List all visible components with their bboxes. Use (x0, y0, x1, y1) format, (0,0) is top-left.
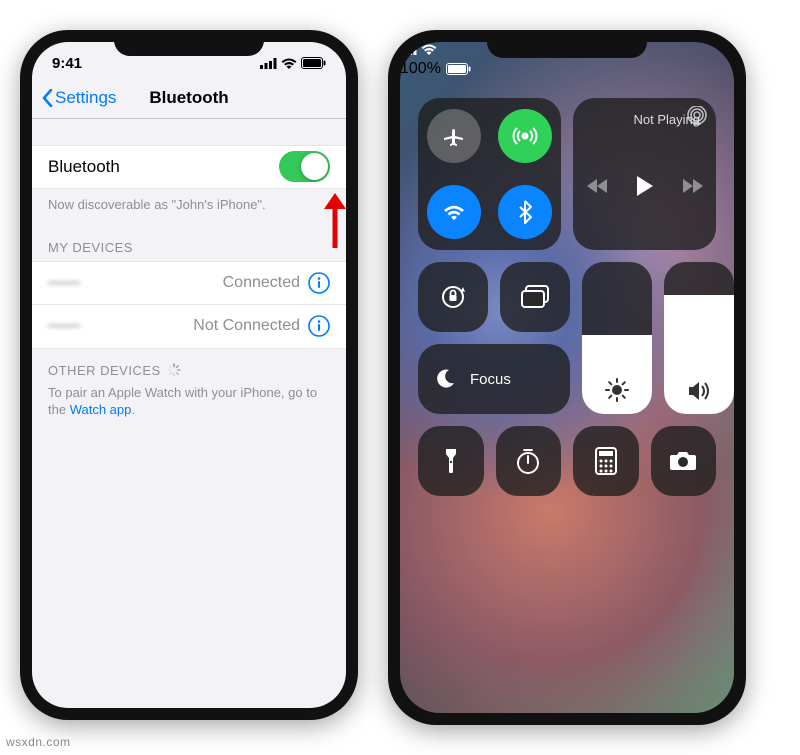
focus-button[interactable]: Focus (418, 344, 570, 414)
brightness-slider[interactable] (582, 262, 652, 414)
nav-bar: Settings Bluetooth (32, 78, 346, 118)
volume-slider[interactable] (664, 262, 734, 414)
pair-watch-text: To pair an Apple Watch with your iPhone,… (32, 384, 346, 419)
phone-control-center: 100% (388, 30, 746, 725)
notch (487, 30, 647, 58)
wifi-icon (281, 58, 297, 69)
volume-icon (687, 380, 711, 402)
status-icons (260, 57, 326, 69)
notch (114, 30, 264, 56)
discoverable-text: Now discoverable as "John's iPhone". (32, 189, 346, 226)
antenna-icon (512, 123, 538, 149)
watch-app-link[interactable]: Watch app (70, 402, 132, 417)
now-playing-pod[interactable]: Not Playing (573, 98, 716, 250)
device-status: Not Connected (193, 317, 300, 335)
moon-icon (434, 368, 456, 390)
battery-icon (301, 57, 326, 69)
brightness-icon (605, 378, 629, 402)
spinner-icon (167, 363, 181, 377)
rotation-lock-icon (439, 283, 467, 311)
connectivity-pod (418, 98, 561, 250)
flashlight-icon (444, 447, 458, 475)
page-title: Bluetooth (149, 88, 228, 108)
bluetooth-row: Bluetooth (32, 145, 346, 189)
cellular-data-button[interactable] (498, 109, 552, 163)
wifi-button[interactable] (427, 185, 481, 239)
control-center-screen: 100% (400, 42, 734, 713)
bluetooth-label: Bluetooth (48, 157, 279, 177)
airplane-mode-button[interactable] (427, 109, 481, 163)
next-icon[interactable] (681, 177, 703, 195)
bluetooth-icon (518, 200, 533, 224)
bluetooth-button[interactable] (498, 185, 552, 239)
device-row[interactable]: —— Not Connected (32, 305, 346, 349)
device-status: Connected (223, 274, 300, 292)
wifi-icon (442, 202, 466, 222)
mirroring-icon (520, 285, 550, 309)
calculator-button[interactable] (573, 426, 639, 496)
focus-label: Focus (470, 371, 511, 388)
screen-mirroring-button[interactable] (500, 262, 570, 332)
signal-icon (260, 58, 277, 69)
device-name: —— (48, 317, 193, 335)
other-devices-header: OTHER DEVICES (32, 349, 346, 384)
calculator-icon (595, 447, 617, 475)
info-icon[interactable] (308, 315, 330, 337)
device-row[interactable]: —— Connected (32, 261, 346, 305)
orientation-lock-button[interactable] (418, 262, 488, 332)
status-time: 9:41 (52, 55, 82, 72)
back-label: Settings (55, 88, 116, 108)
my-devices-header: MY DEVICES (32, 226, 346, 261)
airplane-icon (442, 124, 466, 148)
settings-screen: 9:41 Settings Bluetooth Bluetooth (32, 42, 346, 708)
chevron-left-icon (42, 89, 53, 107)
play-icon[interactable] (635, 175, 655, 197)
annotation-arrow (320, 193, 350, 251)
camera-icon (669, 450, 697, 472)
timer-button[interactable] (496, 426, 562, 496)
phone-settings: 9:41 Settings Bluetooth Bluetooth (20, 30, 358, 720)
now-playing-title: Not Playing (634, 112, 700, 127)
flashlight-button[interactable] (418, 426, 484, 496)
device-name: —— (48, 274, 223, 292)
timer-icon (515, 447, 541, 475)
back-button[interactable]: Settings (42, 88, 116, 108)
watermark: wsxdn.com (6, 735, 71, 749)
previous-icon[interactable] (587, 177, 609, 195)
camera-button[interactable] (651, 426, 717, 496)
bluetooth-toggle[interactable] (279, 151, 330, 182)
control-center: Not Playing (400, 42, 734, 713)
info-icon[interactable] (308, 272, 330, 294)
